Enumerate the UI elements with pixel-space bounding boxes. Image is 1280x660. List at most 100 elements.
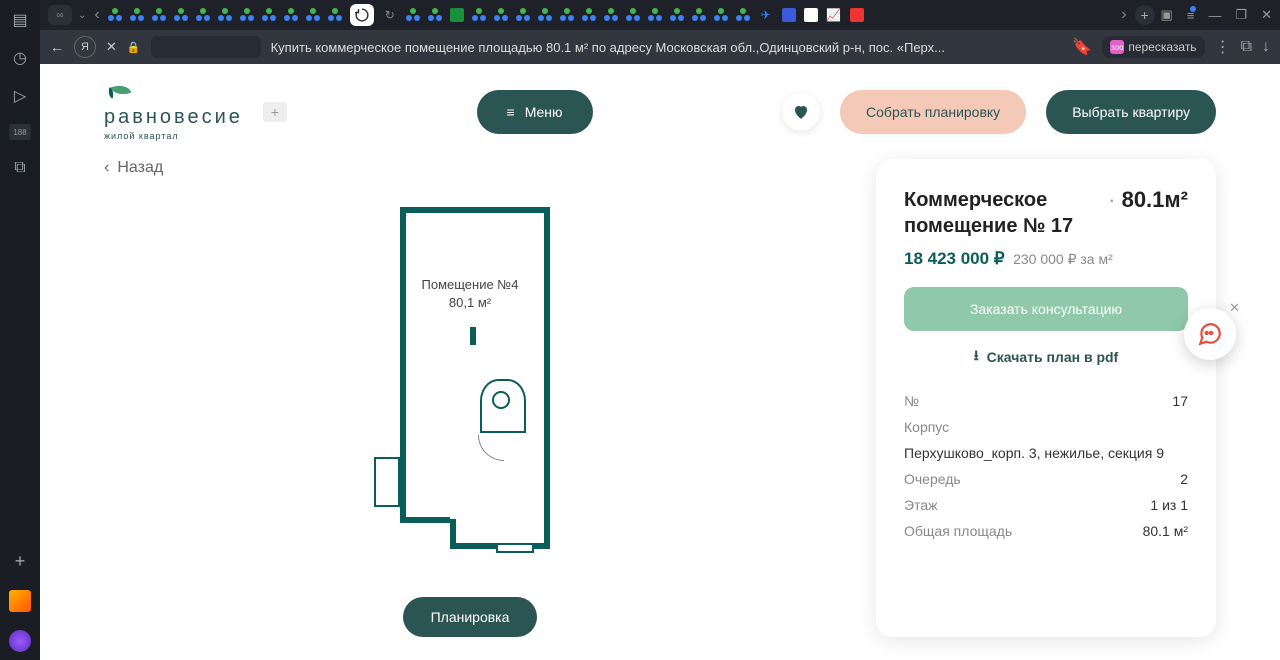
tab-item[interactable]	[196, 8, 210, 22]
logo-leaf-icon	[104, 82, 134, 104]
spec-floor-value: 1 из 1	[1150, 497, 1188, 513]
tab-item[interactable]	[538, 8, 552, 22]
consult-button[interactable]: Заказать консультацию	[904, 287, 1188, 331]
tab-item[interactable]	[284, 8, 298, 22]
room-area: 80,1 м²	[370, 295, 570, 310]
back-link[interactable]: ‹ Назад	[104, 159, 836, 177]
layout-chip[interactable]: Планировка	[403, 597, 538, 637]
chat-widget-button[interactable]	[1184, 308, 1236, 360]
chevron-left-icon: ‹	[104, 159, 109, 177]
address-bar: ← Я ✕ 🔒 Купить коммерческое помещение пл…	[40, 30, 1280, 64]
counter-badge[interactable]: 188	[9, 124, 31, 140]
tab-item[interactable]	[560, 8, 574, 22]
sidebar-panel-icon[interactable]: ▤	[10, 10, 30, 30]
hamburger-icon: ≡	[507, 104, 515, 120]
summarize-button[interactable]: зоо пересказать	[1102, 36, 1204, 58]
add-panel-icon[interactable]: +	[15, 551, 26, 572]
tab-item[interactable]	[108, 8, 122, 22]
stop-icon[interactable]: ✕	[106, 39, 117, 55]
browser-sidebar: ▤ ◷ ▷ 188 ⧉ +	[0, 0, 40, 660]
url-field[interactable]	[151, 36, 261, 58]
spec-floor-label: Этаж	[904, 497, 937, 513]
extensions-icon[interactable]: ⧉	[1241, 38, 1252, 56]
tab-item[interactable]	[850, 8, 864, 22]
heart-icon	[792, 103, 810, 121]
tab-scroll-left[interactable]: ‹	[92, 6, 101, 24]
site-logo[interactable]: равновесие жилой квартал	[104, 82, 243, 141]
bookmark-icon[interactable]: 🔖	[1072, 37, 1092, 57]
tab-item[interactable]	[240, 8, 254, 22]
tab-strip: ∞ ⌄ ‹ ↻	[40, 0, 1280, 30]
window-minimize[interactable]: —	[1208, 8, 1221, 23]
tab-item[interactable]	[152, 8, 166, 22]
tab-item[interactable]	[516, 8, 530, 22]
tab-item[interactable]	[328, 8, 342, 22]
notifications-icon[interactable]: ≡	[1187, 8, 1195, 23]
lock-icon: 🔒	[127, 41, 141, 54]
downloads-icon[interactable]: ↓	[1262, 38, 1270, 56]
reader-icon[interactable]: ▣	[1161, 7, 1173, 23]
tab-item[interactable]	[472, 8, 486, 22]
mail-icon[interactable]	[9, 590, 31, 612]
play-icon[interactable]: ▷	[10, 86, 30, 106]
menu-label: Меню	[525, 104, 563, 120]
phone-number[interactable]: +	[263, 102, 287, 122]
site-header: равновесие жилой квартал + ≡ Меню Собрат…	[40, 64, 1280, 159]
tab-item[interactable]	[604, 8, 618, 22]
unit-price: 18 423 000 ₽	[904, 249, 1005, 268]
window-close[interactable]: ✕	[1261, 7, 1272, 23]
page-content: равновесие жилой квартал + ≡ Меню Собрат…	[40, 64, 1280, 660]
tab-item[interactable]	[130, 8, 144, 22]
choose-apartment-button[interactable]: Выбрать квартиру	[1046, 90, 1216, 134]
collect-layout-button[interactable]: Собрать планировку	[840, 90, 1026, 134]
new-tab-button[interactable]: +	[1135, 5, 1155, 25]
kebab-menu-icon[interactable]: ⋮	[1215, 37, 1231, 57]
tab-item[interactable]	[262, 8, 276, 22]
tab-item[interactable]	[450, 8, 464, 22]
download-icon: ⭳	[974, 345, 979, 369]
tab-item[interactable]	[714, 8, 728, 22]
tab-item[interactable]	[306, 8, 320, 22]
download-pdf-link[interactable]: ⭳ Скачать план в pdf	[904, 345, 1188, 369]
tab-active[interactable]	[350, 4, 374, 26]
spec-queue-value: 2	[1180, 471, 1188, 487]
tab-item[interactable]: 📈	[826, 7, 842, 23]
tab-item[interactable]	[648, 8, 662, 22]
alice-icon[interactable]	[9, 630, 31, 652]
nav-back[interactable]: ←	[50, 39, 64, 55]
details-panel: Коммерческое помещение № 17 80.1м² 18 42…	[876, 159, 1216, 637]
tab-item[interactable]	[582, 8, 596, 22]
tab-item[interactable]: ↻	[382, 7, 398, 23]
history-icon[interactable]: ◷	[10, 48, 30, 68]
tab-item[interactable]	[670, 8, 684, 22]
summarize-label: пересказать	[1128, 40, 1196, 54]
tab-item[interactable]	[494, 8, 508, 22]
tab-item[interactable]	[736, 8, 750, 22]
favorites-button[interactable]	[782, 93, 820, 131]
tab-item[interactable]	[218, 8, 232, 22]
screenshot-icon[interactable]: ⧉	[10, 158, 30, 178]
spec-num-value: 17	[1172, 393, 1188, 409]
floorplan-container: Помещение №4 80,1 м² Планировка	[104, 197, 836, 637]
logo-text: равновесие	[104, 106, 243, 129]
tab-item[interactable]	[804, 8, 818, 22]
unit-area: 80.1м²	[1108, 187, 1188, 213]
yandex-icon[interactable]: Я	[74, 36, 96, 58]
tab-item[interactable]	[428, 8, 442, 22]
tab-item[interactable]	[406, 8, 420, 22]
chat-close-icon[interactable]: ✕	[1229, 300, 1240, 316]
chat-icon	[1197, 321, 1223, 347]
tab-scroll-right[interactable]: ›	[1119, 6, 1128, 24]
logo-subtitle: жилой квартал	[104, 131, 243, 141]
chevron-down-icon[interactable]: ⌄	[78, 10, 86, 21]
page-title: Купить коммерческое помещение площадью 8…	[271, 40, 1063, 55]
window-maximize[interactable]: ❐	[1235, 7, 1247, 23]
browser-logo[interactable]: ∞	[48, 5, 72, 25]
unit-price-per: 230 000 ₽ за м²	[1013, 251, 1113, 267]
tab-item[interactable]	[782, 8, 796, 22]
tab-item[interactable]	[626, 8, 640, 22]
tab-item[interactable]: ✈	[758, 7, 774, 23]
tab-item[interactable]	[174, 8, 188, 22]
tab-item[interactable]	[692, 8, 706, 22]
menu-button[interactable]: ≡ Меню	[477, 90, 593, 134]
